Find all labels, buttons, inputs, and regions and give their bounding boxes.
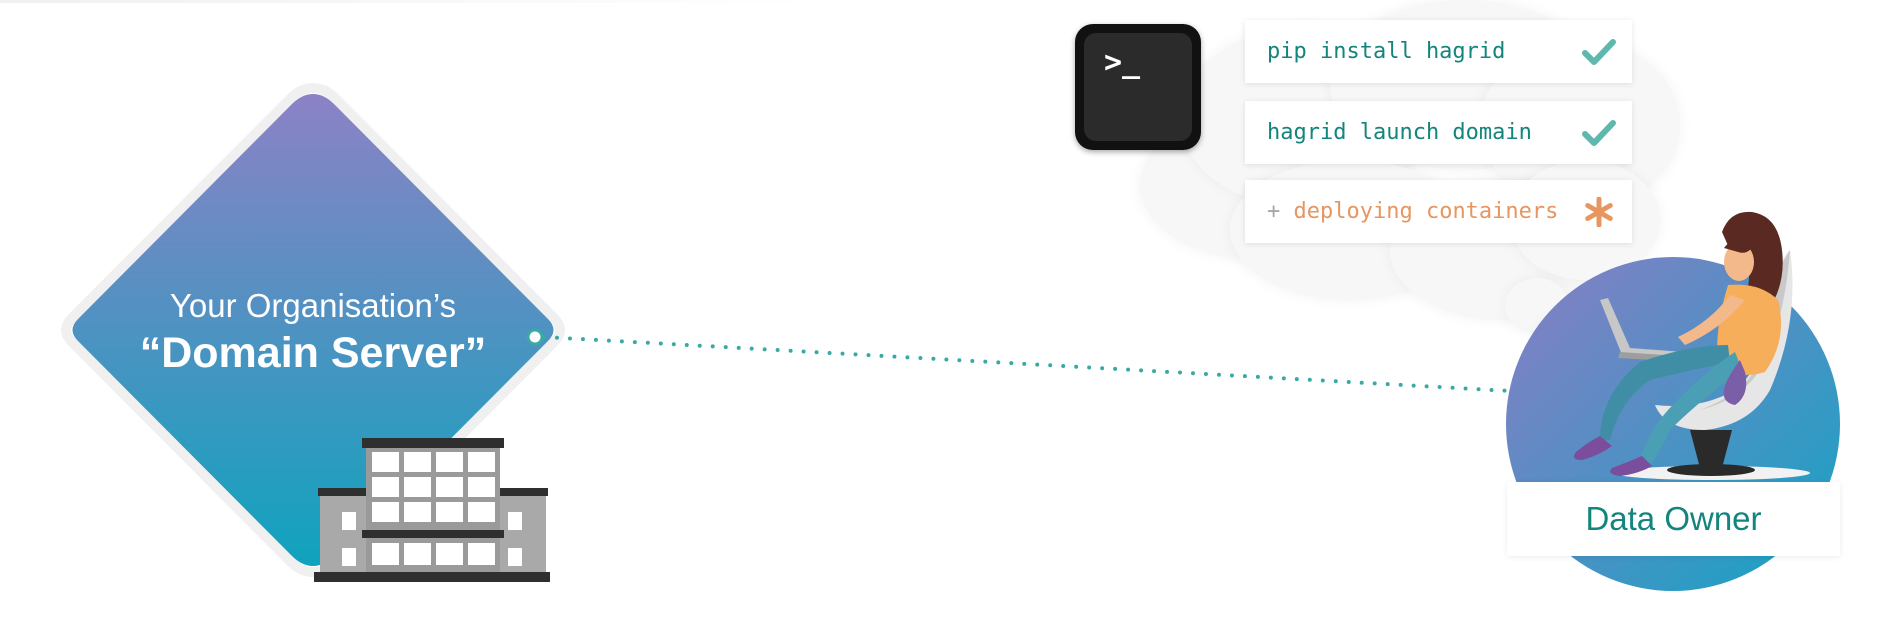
connection-line: [526, 328, 1544, 401]
domain-server-subtitle: Your Organisation’s: [169, 287, 457, 324]
connector-start-dot: [526, 328, 544, 346]
onboarding-diagram: >_ pip install hagrid hagrid launch doma…: [0, 0, 1903, 626]
data-owner-label: Data Owner: [1507, 482, 1840, 556]
domain-server-title: “Domain Server”: [139, 329, 487, 377]
